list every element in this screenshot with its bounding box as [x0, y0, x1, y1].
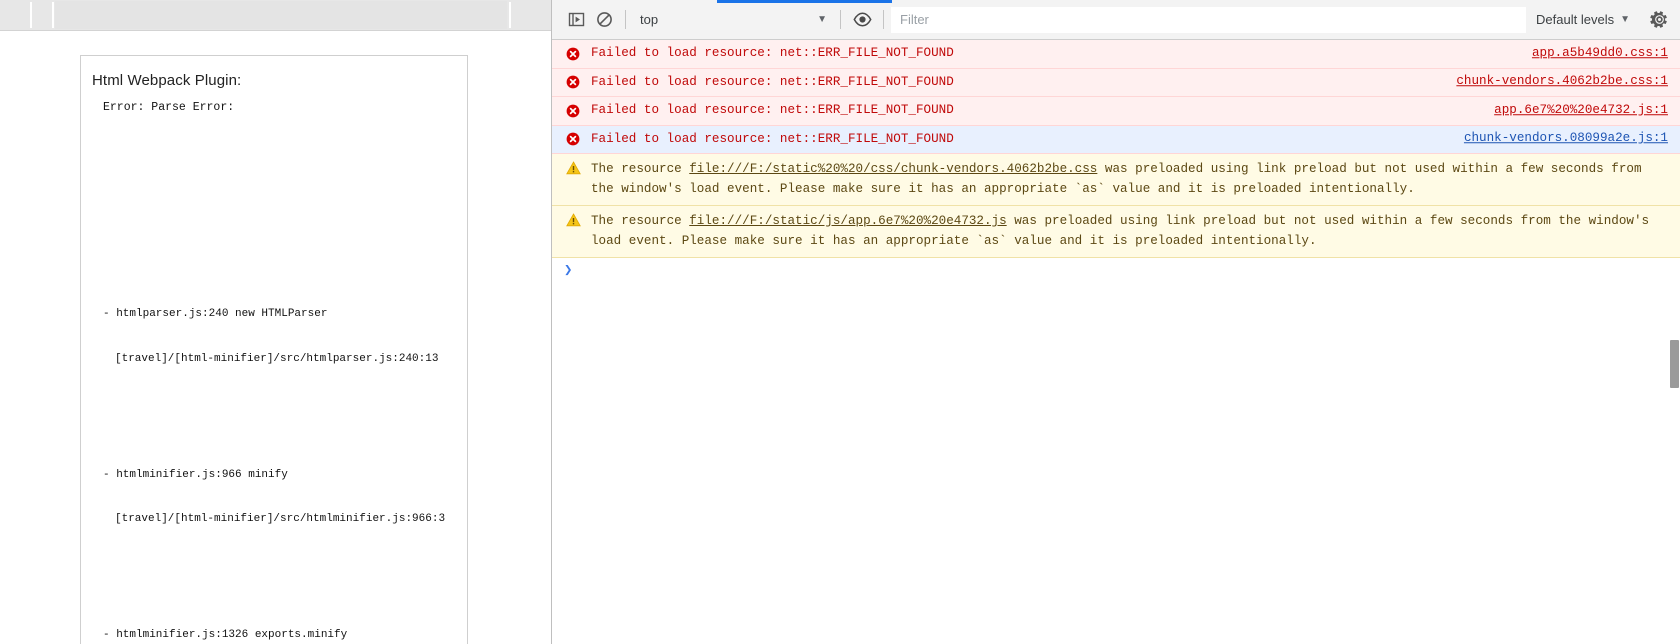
- scrollbar-divider-a: [30, 2, 32, 28]
- show-console-sidebar-icon[interactable]: [562, 6, 590, 34]
- stack-frame-location: [travel]/[html-minifier]/src/htmlparser.…: [115, 352, 439, 365]
- log-levels-value: Default levels: [1536, 12, 1615, 27]
- console-message-source-link[interactable]: app.6e7%20%20e4732.js:1: [1494, 101, 1668, 121]
- warning-triangle-icon: [564, 160, 582, 177]
- scrollbar-divider-c: [509, 2, 511, 28]
- console-message-source-link[interactable]: chunk-vendors.08099a2e.js:1: [1464, 130, 1668, 150]
- warning-triangle-icon: [564, 212, 582, 229]
- console-message-text: The resource file:///F:/static/js/app.6e…: [591, 212, 1680, 251]
- stack-frame-name: - htmlparser.js:240 new HTMLParser: [103, 308, 328, 321]
- toolbar-divider: [883, 10, 884, 29]
- gear-icon[interactable]: [1644, 5, 1674, 35]
- console-message-error[interactable]: Failed to load resource: net::ERR_FILE_N…: [552, 40, 1680, 69]
- warning-resource-link[interactable]: file:///F:/static/js/app.6e7%20%20e4732.…: [689, 214, 1006, 228]
- filter-input[interactable]: [891, 6, 1527, 33]
- error-card-title: Html Webpack Plugin:: [92, 72, 242, 89]
- eye-icon[interactable]: [848, 6, 876, 34]
- stack-frame: - htmlminifier.js:1326 exports.minify [t…: [103, 598, 467, 644]
- page-preview-pane: Html Webpack Plugin: Error: Parse Error:…: [0, 0, 551, 644]
- chevron-down-icon: ▼: [1620, 14, 1630, 25]
- console-message-warning[interactable]: The resource file:///F:/static/js/app.6e…: [552, 206, 1680, 259]
- log-levels-selector[interactable]: Default levels ▼: [1526, 7, 1638, 33]
- console-message-source-link[interactable]: chunk-vendors.4062b2be.css:1: [1456, 73, 1668, 93]
- page-horizontal-scrollbar[interactable]: [0, 0, 551, 31]
- error-circle-icon: [564, 74, 582, 90]
- devtools-window: Html Webpack Plugin: Error: Parse Error:…: [0, 0, 1680, 644]
- console-message-error[interactable]: Failed to load resource: net::ERR_FILE_N…: [552, 97, 1680, 126]
- scrollbar-track-left: [0, 0, 15, 30]
- console-message-source-link[interactable]: app.a5b49dd0.css:1: [1532, 44, 1668, 64]
- scrollbar-divider-b: [52, 2, 54, 28]
- console-message-warning[interactable]: The resource file:///F:/static%20%20/css…: [552, 154, 1680, 207]
- error-card-message: Error: Parse Error:: [103, 101, 235, 114]
- error-stack-trace: - htmlparser.js:240 new HTMLParser [trav…: [81, 116, 467, 644]
- toolbar-divider: [625, 10, 626, 29]
- console-message-text: Failed to load resource: net::ERR_FILE_N…: [591, 46, 954, 60]
- chevron-down-icon: ▼: [817, 14, 827, 25]
- stack-frame-location: [travel]/[html-minifier]/src/htmlminifie…: [115, 513, 446, 526]
- stack-frame-name: - htmlminifier.js:1326 exports.minify: [103, 628, 348, 641]
- console-toolbar: top ▼ Default levels ▼: [552, 0, 1680, 40]
- console-vertical-scrollbar[interactable]: [1669, 40, 1680, 644]
- warning-resource-link[interactable]: file:///F:/static%20%20/css/chunk-vendor…: [689, 162, 1097, 176]
- console-message-error-selected[interactable]: Failed to load resource: net::ERR_FILE_N…: [552, 125, 1680, 155]
- toolbar-divider: [840, 10, 841, 29]
- execution-context-value: top: [640, 12, 659, 27]
- console-prompt-row[interactable]: ❯: [552, 258, 1680, 286]
- error-circle-icon: [564, 131, 582, 147]
- error-circle-icon: [564, 46, 582, 62]
- error-circle-icon: [564, 103, 582, 119]
- console-message-text: The resource file:///F:/static%20%20/css…: [591, 160, 1680, 199]
- scrollbar-thumb[interactable]: [55, 1, 507, 29]
- stack-frame: - htmlparser.js:240 new HTMLParser [trav…: [103, 277, 467, 396]
- console-prompt-input[interactable]: [578, 264, 1680, 281]
- clear-console-icon[interactable]: [590, 6, 618, 34]
- active-tab-indicator: [717, 0, 892, 3]
- warning-prefix: The resource: [591, 162, 690, 177]
- console-message-error[interactable]: Failed to load resource: net::ERR_FILE_N…: [552, 68, 1680, 98]
- console-panel: top ▼ Default levels ▼: [552, 0, 1680, 644]
- stack-frame-name: - htmlminifier.js:966 minify: [103, 468, 288, 481]
- prompt-chevron-icon: ❯: [564, 263, 573, 280]
- execution-context-selector[interactable]: top ▼: [633, 7, 833, 33]
- warning-prefix: The resource: [591, 214, 690, 229]
- console-scrollbar-thumb[interactable]: [1670, 340, 1679, 388]
- html-webpack-plugin-error-card: Html Webpack Plugin: Error: Parse Error:…: [80, 55, 468, 644]
- stack-frame: - htmlminifier.js:966 minify [travel]/[h…: [103, 438, 467, 557]
- console-message-list[interactable]: Failed to load resource: net::ERR_FILE_N…: [552, 40, 1680, 644]
